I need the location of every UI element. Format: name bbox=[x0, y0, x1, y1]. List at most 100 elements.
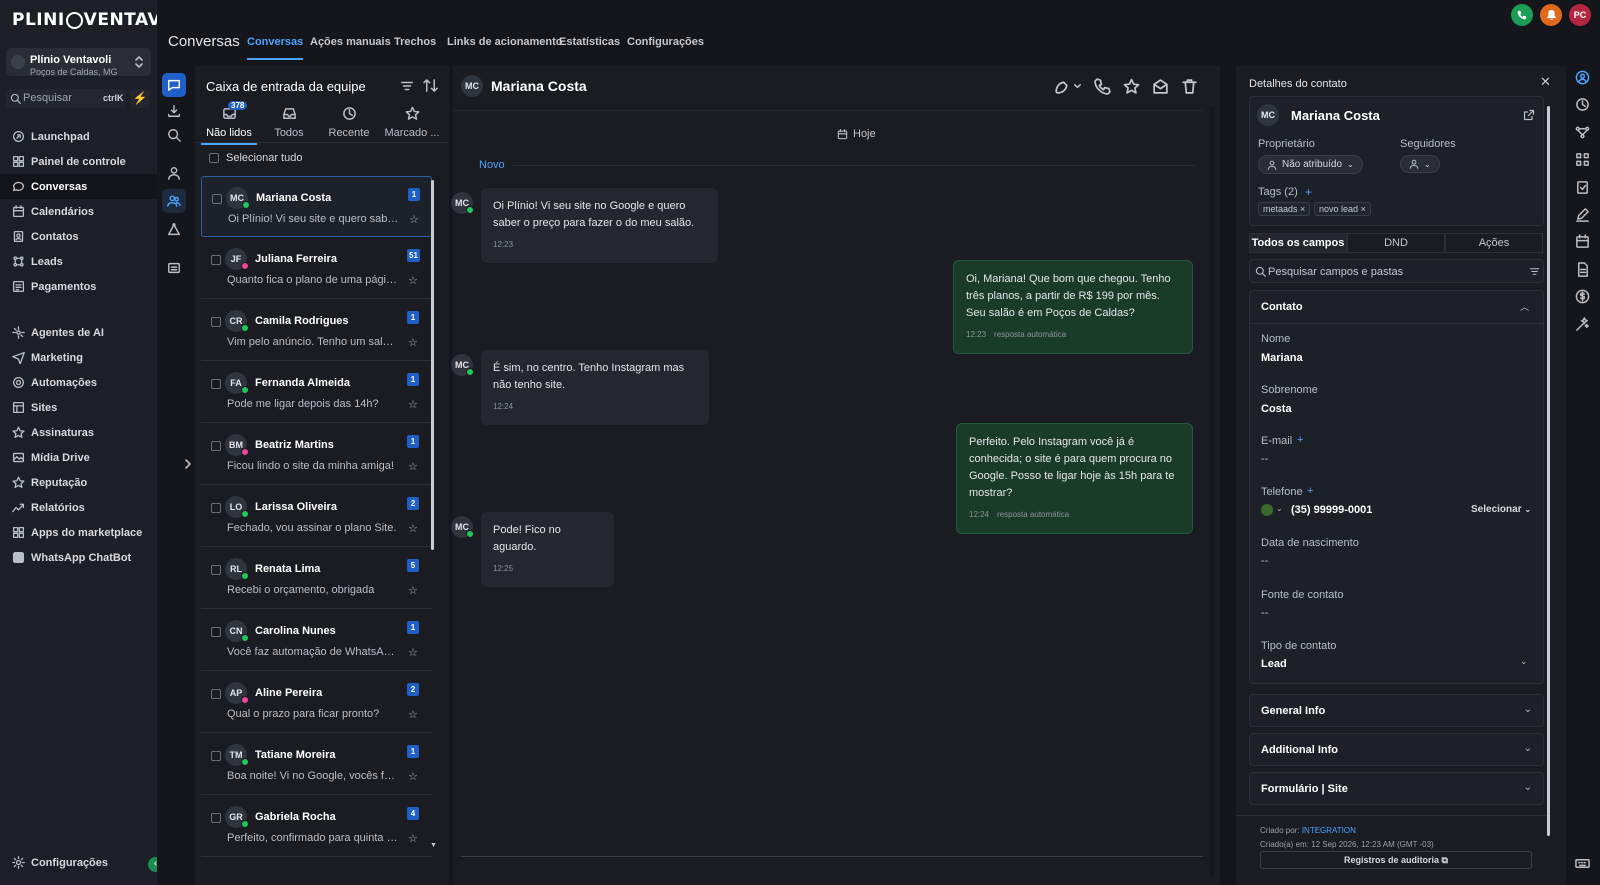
country-flag-icon[interactable] bbox=[1261, 504, 1273, 516]
rail-chats-button[interactable] bbox=[162, 73, 186, 97]
nav-item-contatos[interactable]: Contatos bbox=[0, 224, 157, 249]
open-external-icon[interactable] bbox=[1523, 109, 1535, 121]
incoming-message[interactable]: Pode! Fico no aguardo. 12:25 bbox=[481, 512, 614, 587]
remove-tag-icon[interactable]: × bbox=[1300, 204, 1305, 214]
chevron-up-icon[interactable]: ︿ bbox=[1520, 300, 1529, 313]
phone-value[interactable]: (35) 99999-0001 bbox=[1291, 504, 1372, 516]
phone-type-select[interactable]: Selecionar ⌄ bbox=[1471, 504, 1531, 515]
conversation-item[interactable]: MC Mariana Costa Oi Plínio! Vi seu site e … bbox=[201, 176, 432, 237]
section-additional-info[interactable]: Additional Info ⌄ bbox=[1249, 733, 1544, 766]
conversation-item[interactable]: LO Larissa Oliveira Fechado, vou assinar o… bbox=[201, 486, 432, 547]
birth-value[interactable]: -- bbox=[1261, 555, 1268, 567]
account-switcher[interactable]: Plínio Ventavoli Poços de Caldas, MG bbox=[6, 48, 151, 77]
mail-open-icon[interactable] bbox=[1152, 78, 1169, 95]
star-icon[interactable]: ☆ bbox=[408, 336, 418, 349]
conversation-item[interactable]: BM Beatriz Martins Ficou lindo o site da m… bbox=[201, 424, 432, 485]
assign-icon[interactable] bbox=[1053, 78, 1070, 95]
star-icon[interactable] bbox=[1123, 78, 1140, 95]
star-icon[interactable]: ☆ bbox=[408, 522, 418, 535]
tab-nao-lidos[interactable]: Não lidos 378 bbox=[199, 101, 259, 145]
section-formulario-site[interactable]: Formulário | Site ⌄ bbox=[1249, 772, 1544, 805]
followers-select[interactable]: ⌄ bbox=[1400, 155, 1440, 173]
tab-trechos[interactable]: Trechos bbox=[394, 36, 436, 48]
section-general-info[interactable]: General Info ⌄ bbox=[1249, 694, 1544, 727]
conversation-item[interactable]: RL Renata Lima Recebi o orçamento, obrigad… bbox=[201, 548, 432, 609]
tab-recente[interactable]: Recente bbox=[319, 106, 379, 139]
incoming-message[interactable]: Oi Plínio! Vi seu site no Google e quero… bbox=[481, 188, 718, 263]
star-icon[interactable]: ☆ bbox=[408, 770, 418, 783]
created-by-link[interactable]: INTEGRATION bbox=[1302, 826, 1356, 835]
rail-tasks-tool[interactable] bbox=[1575, 180, 1591, 196]
conversation-checkbox[interactable] bbox=[211, 441, 221, 451]
segment-actions[interactable]: Ações bbox=[1445, 233, 1543, 253]
user-avatar[interactable]: PC bbox=[1569, 4, 1591, 26]
fields-search[interactable]: Pesquisar campos e pastas bbox=[1249, 259, 1544, 283]
rail-archive-button[interactable] bbox=[162, 256, 186, 280]
conversation-item[interactable]: CN Carolina Nunes Você faz automação de Wh… bbox=[201, 610, 432, 671]
rail-history-tool[interactable] bbox=[1575, 97, 1591, 113]
conversation-item[interactable]: FA Fernanda Almeida Pode me ligar depois d… bbox=[201, 362, 432, 423]
segment-all-fields[interactable]: Todos os campos bbox=[1249, 233, 1347, 253]
tab-acoes-manuais[interactable]: Ações manuais bbox=[310, 36, 391, 48]
type-value[interactable]: Lead bbox=[1261, 658, 1287, 670]
rail-notes-tool[interactable] bbox=[1575, 207, 1591, 223]
conversation-checkbox[interactable] bbox=[211, 751, 221, 761]
nav-item-conversas[interactable]: Conversas bbox=[0, 174, 157, 199]
star-icon[interactable]: ☆ bbox=[409, 213, 419, 226]
tab-todos[interactable]: Todos bbox=[259, 106, 319, 139]
nav-search[interactable]: Pesquisar ctrlK bbox=[6, 89, 126, 108]
nav-item-agentes-de-ai[interactable]: Agentes de AI bbox=[0, 320, 157, 345]
star-icon[interactable]: ☆ bbox=[408, 398, 418, 411]
scroll-down-icon[interactable]: ▼ bbox=[430, 842, 437, 849]
outgoing-message[interactable]: Oi, Mariana! Que bom que chegou. Tenho t… bbox=[953, 260, 1193, 354]
rail-keyboard-tool[interactable] bbox=[1575, 856, 1591, 872]
add-phone-icon[interactable]: + bbox=[1307, 485, 1313, 497]
conversation-item[interactable]: TM Tatiane Moreira Boa noite! Vi no Google… bbox=[201, 734, 432, 795]
conversation-checkbox[interactable] bbox=[211, 255, 221, 265]
conversation-checkbox[interactable] bbox=[211, 379, 221, 389]
conversation-item[interactable]: CR Camila Rodrigues Vim pelo anúncio. Tenh… bbox=[201, 300, 432, 361]
conversation-checkbox[interactable] bbox=[211, 317, 221, 327]
rail-workflow-tool[interactable] bbox=[1575, 125, 1591, 141]
nav-item-assinaturas[interactable]: Assinaturas bbox=[0, 420, 157, 445]
list-scrollbar[interactable] bbox=[431, 180, 434, 550]
trash-icon[interactable] bbox=[1181, 78, 1198, 95]
segment-dnd[interactable]: DND bbox=[1347, 233, 1445, 253]
phone-button[interactable] bbox=[1511, 4, 1533, 26]
conversation-item[interactable]: GR Gabriela Rocha Perfeito, confirmado par… bbox=[201, 796, 432, 857]
rail-automation-tool[interactable] bbox=[1575, 317, 1591, 333]
owner-select[interactable]: Não atribuído ⌄ bbox=[1258, 155, 1363, 174]
incoming-message[interactable]: É sim, no centro. Tenho Instagram mas nã… bbox=[481, 350, 709, 425]
nav-item-reputa-o[interactable]: Reputação bbox=[0, 470, 157, 495]
outgoing-message[interactable]: Perfeito. Pelo Instagram você já é conhe… bbox=[956, 423, 1193, 534]
star-icon[interactable]: ☆ bbox=[408, 832, 418, 845]
select-all-checkbox[interactable] bbox=[209, 153, 219, 163]
conversation-checkbox[interactable] bbox=[212, 194, 222, 204]
rail-grid-tool[interactable] bbox=[1575, 152, 1591, 168]
rail-docs-tool[interactable] bbox=[1575, 262, 1591, 278]
sort-icon[interactable] bbox=[423, 78, 438, 93]
tab-configuracoes[interactable]: Configurações bbox=[627, 36, 704, 48]
first-name-value[interactable]: Mariana bbox=[1261, 352, 1303, 364]
rail-inbox-button[interactable] bbox=[162, 99, 186, 123]
nav-item-sites[interactable]: Sites bbox=[0, 395, 157, 420]
rail-contact-button[interactable] bbox=[162, 161, 186, 185]
conversation-checkbox[interactable] bbox=[211, 565, 221, 575]
star-icon[interactable]: ☆ bbox=[408, 274, 418, 287]
rail-search-button[interactable] bbox=[162, 123, 186, 147]
tab-conversas[interactable]: Conversas bbox=[247, 36, 304, 60]
conversation-item[interactable]: AP Aline Pereira Qual o prazo para ficar p… bbox=[201, 672, 432, 733]
nav-item-apps-do-marketplace[interactable]: Apps do marketplace bbox=[0, 520, 157, 545]
remove-tag-icon[interactable]: × bbox=[1361, 204, 1366, 214]
tag-chip[interactable]: metaads × bbox=[1258, 202, 1311, 216]
tab-links-acionamento[interactable]: Links de acionamento bbox=[447, 36, 563, 48]
nav-item-whatsapp-chatbot[interactable]: WhatsApp ChatBot bbox=[0, 545, 157, 570]
select-all[interactable]: Selecionar tudo bbox=[209, 152, 302, 164]
conversation-checkbox[interactable] bbox=[211, 689, 221, 699]
nav-item-leads[interactable]: Leads bbox=[0, 249, 157, 274]
conversation-checkbox[interactable] bbox=[211, 503, 221, 513]
rail-triangle-button[interactable] bbox=[162, 218, 186, 242]
rail-payments-tool[interactable] bbox=[1575, 289, 1591, 305]
audit-log-button[interactable]: Registros de auditoria ⧉ bbox=[1260, 851, 1532, 869]
rail-contact-tool[interactable] bbox=[1575, 70, 1591, 86]
